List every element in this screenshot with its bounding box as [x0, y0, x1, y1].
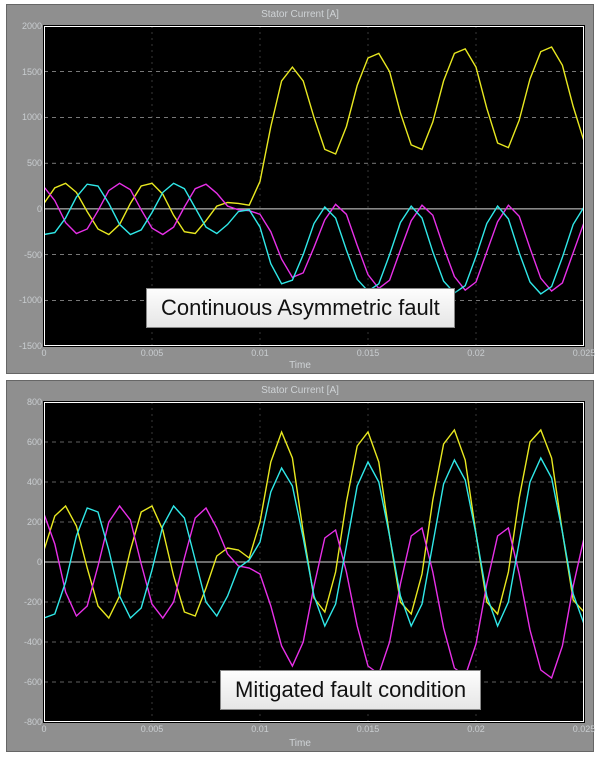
- chart-xlabel-2: Time: [7, 738, 593, 749]
- annotation-bottom: Mitigated fault condition: [220, 670, 481, 710]
- chart-title-1: Stator Current [A]: [7, 9, 593, 20]
- annotation-top: Continuous Asymmetric fault: [146, 288, 455, 328]
- chart-title-2: Stator Current [A]: [7, 385, 593, 396]
- page-root: Stator Current [A] -1500-1000-5000500100…: [0, 0, 600, 760]
- chart-xlabel-1: Time: [7, 360, 593, 371]
